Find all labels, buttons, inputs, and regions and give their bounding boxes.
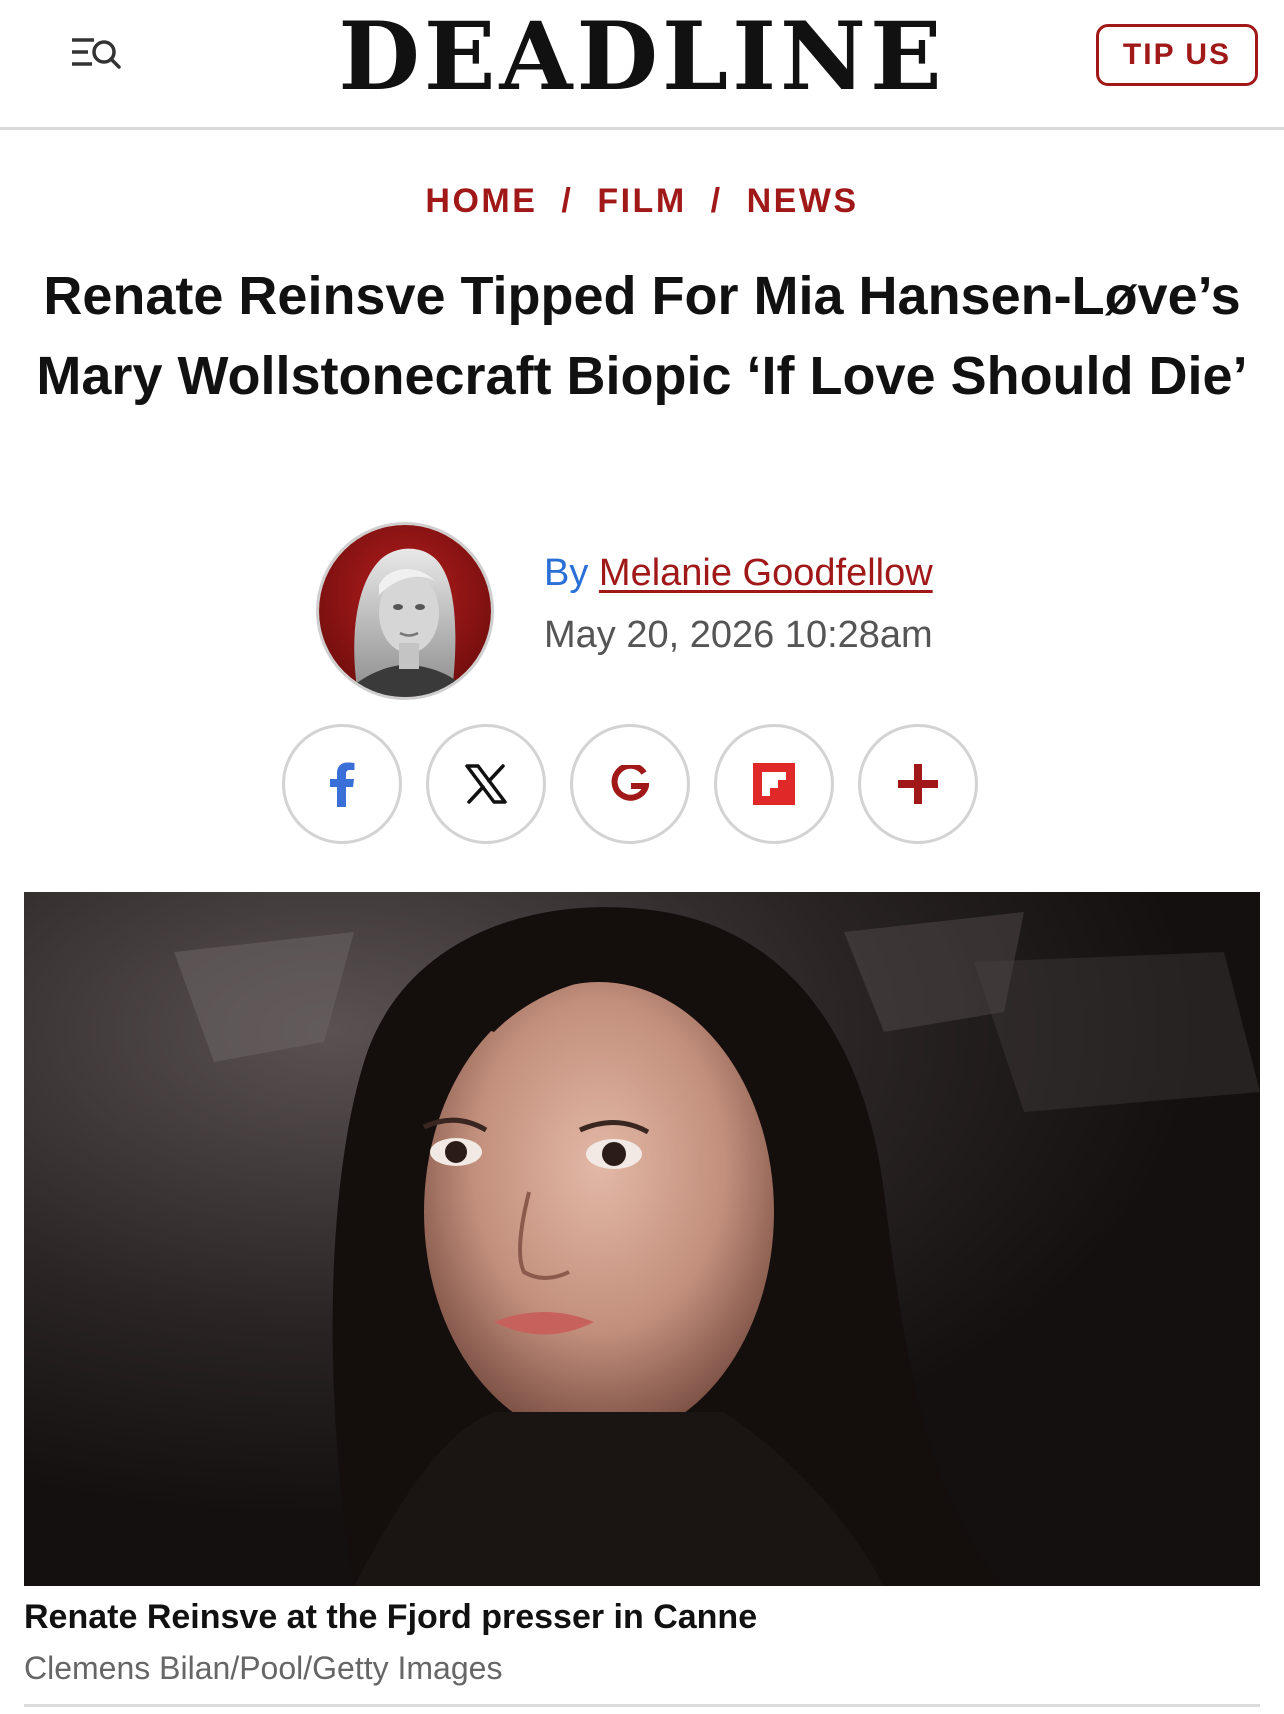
breadcrumb-separator: / xyxy=(710,182,723,220)
google-icon xyxy=(611,765,649,801)
by-label: By xyxy=(544,552,589,594)
author-avatar[interactable] xyxy=(316,522,494,700)
publish-date: May 20, 2026 10:28am xyxy=(544,614,933,656)
flipboard-icon xyxy=(753,763,795,805)
breadcrumb-separator: / xyxy=(561,182,574,220)
author-link[interactable]: Melanie Goodfellow xyxy=(599,552,933,594)
breadcrumb-news[interactable]: NEWS xyxy=(747,182,859,220)
breadcrumb-home[interactable]: HOME xyxy=(425,182,537,220)
byline: By Melanie Goodfellow May 20, 2026 10:28… xyxy=(316,522,976,702)
tip-us-button[interactable]: TIP US xyxy=(1096,24,1258,86)
share-more-button[interactable] xyxy=(858,724,978,844)
site-logo[interactable]: DEADLINE xyxy=(0,8,1284,107)
article-headline: Renate Reinsve Tipped For Mia Hansen-Løv… xyxy=(36,266,1248,406)
plus-icon xyxy=(898,764,938,804)
image-caption: Renate Reinsve at the Fjord presser in C… xyxy=(24,1598,758,1636)
image-credit: Clemens Bilan/Pool/Getty Images xyxy=(24,1650,503,1686)
share-flipboard-button[interactable] xyxy=(714,724,834,844)
hero-photo xyxy=(24,892,1260,1586)
share-facebook-button[interactable] xyxy=(282,724,402,844)
site-header: DEADLINE TIP US xyxy=(0,0,1284,130)
share-google-button[interactable] xyxy=(570,724,690,844)
breadcrumb: HOME / FILM / NEWS xyxy=(0,182,1284,221)
facebook-icon xyxy=(330,762,355,807)
hero-image xyxy=(24,892,1260,1586)
divider xyxy=(24,1704,1260,1707)
author-line: By Melanie Goodfellow xyxy=(544,552,933,595)
share-x-button[interactable] xyxy=(426,724,546,844)
breadcrumb-film[interactable]: FILM xyxy=(597,182,686,220)
share-buttons xyxy=(282,724,1002,844)
x-icon xyxy=(465,764,507,804)
